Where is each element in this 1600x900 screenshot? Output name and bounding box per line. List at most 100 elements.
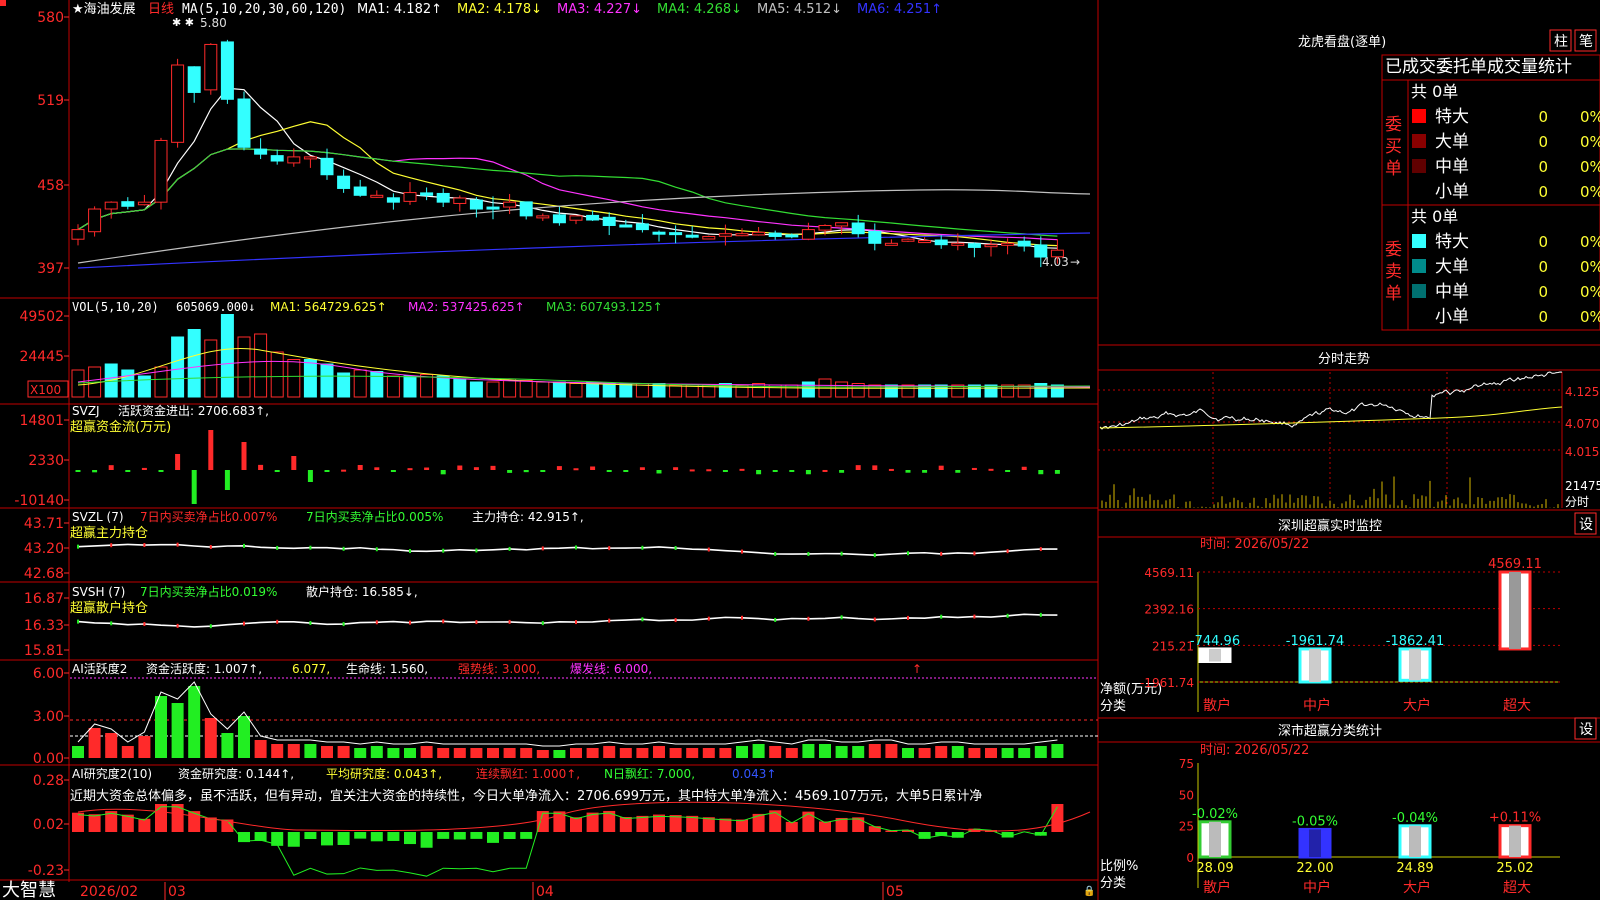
svsh-line-dot (409, 620, 411, 625)
svsh-line-dot (774, 617, 777, 622)
svzj-bar (357, 464, 363, 470)
volume-bar (503, 378, 517, 398)
ma-line-10 (77, 121, 1058, 247)
svzj-bar (457, 465, 463, 470)
sz-monitor-chart: 4569.11 2392.16 215.21 -1961.74 -744.96 散户 -19… (1140, 557, 1560, 714)
szc-value-label: 24.89 (1396, 861, 1433, 876)
svsh-panel[interactable]: SVSH (7) 7日内买卖净占比0.019% 散户持仓: 16.585↓, 超… (24, 584, 1058, 659)
candle-body (370, 194, 384, 198)
lhb-row-label: 大单 (1435, 132, 1469, 152)
lhb-tick-label[interactable]: 笔 (1579, 34, 1593, 50)
price-panel[interactable]: ★海油发展 日线 MA(5,10,20,30,60,120) MA1: 4.18… (0, 0, 1091, 277)
candle-body (635, 223, 649, 231)
lhb-bar-label[interactable]: 柱 (1554, 34, 1568, 50)
ai1-a: 资金活跃度: 1.007↑, (146, 661, 262, 676)
szc-bar-shade (1409, 825, 1421, 857)
sz-class-panel[interactable]: 深市超赢分类统计 设 时间: 2026/05/22 比例% 分类 7550250… (1100, 717, 1597, 896)
y-tick-label: 43.71 (24, 516, 64, 532)
candle-body (536, 215, 550, 219)
szc-cat-label: 中户 (1303, 879, 1331, 896)
lhb-swatch (1412, 134, 1426, 148)
ai2-bar (437, 832, 450, 839)
sz-monitor-title: 深圳超赢实时监控 (1278, 518, 1382, 534)
ai2-bar (138, 818, 151, 832)
sz-monitor-time: 时间: 2026/05/22 (1200, 537, 1309, 552)
ai2-axis: 0.28 0.02 -0.23 (28, 773, 69, 879)
ai1-bar (287, 744, 300, 758)
sz-monitor-settings-label[interactable]: 设 (1579, 517, 1593, 533)
szm-tick: 215.21 (1152, 639, 1194, 653)
lhb-panel[interactable]: 龙虎看盘(逐单) 柱 笔 已成交委托单成交量统计 委买单共 0单特大00%大单0… (1298, 29, 1600, 327)
x-tick-label: 04 (536, 884, 554, 900)
volume-bar (552, 381, 566, 398)
szc-bar-shade (1209, 821, 1221, 857)
intraday-chart: 4.125 4.070 4.015 21475 分时 (1098, 371, 1600, 509)
svzj-bar (341, 469, 347, 472)
ai-research-panel[interactable]: AI研究度2(10) 资金研究度: 0.144↑, 平均研究度: 0.043↑,… (28, 766, 1091, 879)
ai1-bar (868, 744, 881, 758)
ai2-bar (453, 832, 466, 840)
svzj-bar (656, 470, 662, 474)
candle-body (154, 139, 168, 203)
ai1-bar (935, 746, 948, 758)
lhb-row-pct: 0% (1580, 158, 1600, 176)
ai2-bar (321, 832, 333, 846)
lhb-title: 龙虎看盘(逐单) (1298, 34, 1386, 50)
sz-monitor-panel[interactable]: 深圳超赢实时监控 设 时间: 2026/05/22 净额(万元) 分类 4569… (1100, 512, 1597, 714)
ai2-bar (570, 817, 582, 832)
sz-class-settings-label[interactable]: 设 (1579, 722, 1593, 738)
svzl-panel[interactable]: SVZL (7) 7日内买卖净占比0.007% 7日内买卖净占比0.005% 主… (24, 509, 1058, 582)
svzl-title: 超赢主力持仓 (70, 525, 148, 541)
svzj-bar (789, 470, 795, 472)
volume-bar (486, 381, 500, 398)
svzl-line-dot (176, 542, 179, 547)
szc-change-label: +0.11% (1489, 811, 1541, 826)
ma-legend-item: MA2: 4.178↓ (457, 2, 542, 17)
svzl-line-dot (77, 544, 79, 549)
intraday-panel[interactable]: 分时走势 4.125 4.070 4.015 21475 分时 (1098, 351, 1600, 509)
lhb-row-count: 0 (1538, 108, 1548, 126)
svzl-line-dot (541, 546, 544, 551)
szc-change-label: -0.04% (1392, 811, 1438, 826)
candle-body (951, 242, 965, 246)
svzj-bar (739, 468, 745, 471)
svzl-line-dot (209, 545, 212, 550)
lhb-row-count: 0 (1538, 158, 1548, 176)
ma-legend: MA1: 4.182↑ MA2: 4.178↓ MA3: 4.227↓ MA4: 4.… (357, 2, 942, 17)
stock-name[interactable]: ★海油发展 (72, 1, 136, 17)
ai1-bar (951, 746, 964, 758)
volume-panel[interactable]: VOL(5,10,20) 605069.000↓ MA1: 564729.625… (19, 300, 1091, 398)
volume-bar (121, 369, 135, 398)
candle-body (901, 238, 915, 242)
ai2-bar (420, 832, 433, 848)
candle-body (320, 157, 334, 176)
szc-cat-label: 散户 (1203, 879, 1231, 896)
ai1-bar (669, 748, 682, 758)
svzj-panel[interactable]: SVZJ 活跃资金进出: 2706.683↑, 超赢资金流(万元) 14801 2… (14, 403, 1060, 509)
lhb-row-label: 特大 (1435, 232, 1469, 252)
svzj-bar (1005, 470, 1011, 472)
svzj-bar (473, 467, 479, 470)
svzl-b: 7日内买卖净占比0.005% (306, 509, 443, 524)
ma-line-20 (77, 148, 1058, 241)
svzj-bar (689, 469, 695, 472)
svsh-line-dot (940, 614, 943, 619)
candle-body (768, 232, 782, 237)
ai2-bar (852, 817, 865, 832)
szc-bar-shade (1309, 829, 1321, 857)
period-label[interactable]: 日线 (148, 2, 174, 17)
svzj-code: SVZJ (72, 404, 100, 418)
intraday-avg-line (1099, 406, 1563, 429)
ai2-bar (520, 832, 533, 839)
svzj-bar (1021, 466, 1027, 470)
svsh-line-dot (110, 621, 113, 626)
lock-icon[interactable]: 🔒 (1083, 885, 1095, 897)
svsh-line-dot (1006, 613, 1009, 618)
lhb-row-label: 中单 (1435, 157, 1469, 177)
volume-bar (453, 378, 467, 398)
szm-bar-shade (1409, 648, 1421, 681)
ai1-bar (686, 748, 699, 758)
y-tick-label: 15.81 (24, 643, 64, 659)
ai-activity-panel[interactable]: AI活跃度2 资金活跃度: 1.007↑, 6.077, 生命线: 1.560,… (33, 661, 1098, 767)
time-axis: 大智慧 2026/02 03 04 05 🔒 (2, 880, 1095, 900)
